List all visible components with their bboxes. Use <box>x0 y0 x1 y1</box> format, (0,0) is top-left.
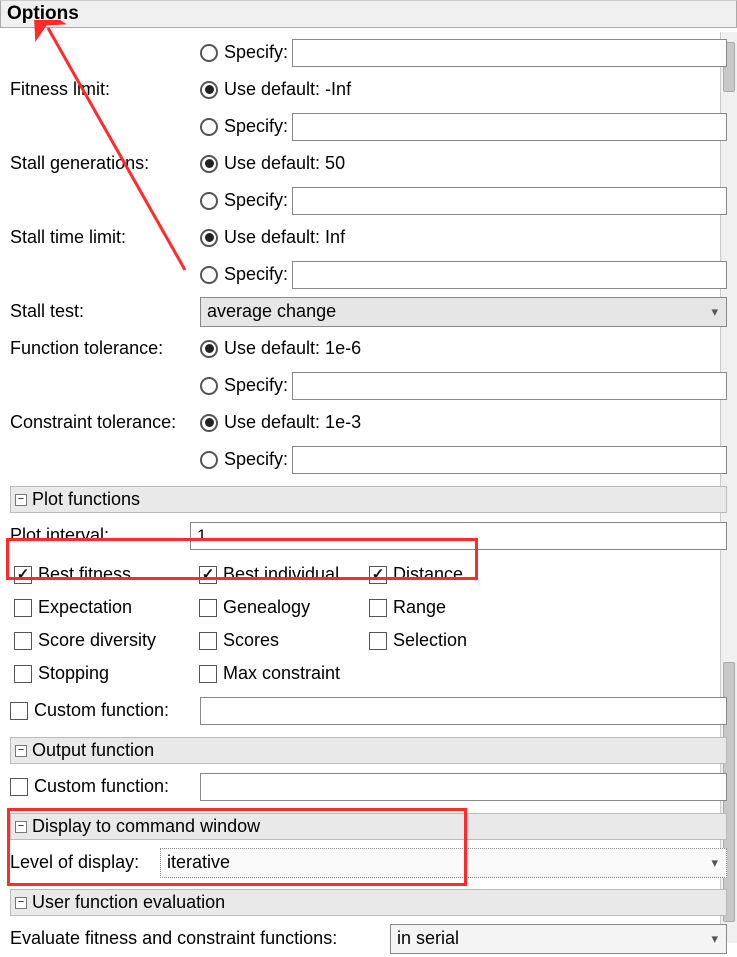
label-best-fitness: Best fitness <box>38 564 131 585</box>
input-stallgen-specify[interactable] <box>292 187 727 215</box>
input-plot-custom[interactable] <box>200 697 727 725</box>
section-userfn-title: User function evaluation <box>32 892 225 913</box>
collapse-icon: − <box>15 897 27 909</box>
input-specify-top[interactable] <box>292 39 727 67</box>
label-score-diversity: Score diversity <box>38 630 156 651</box>
radio-contol-specify[interactable] <box>200 451 218 469</box>
label-specify: Specify: <box>224 449 288 470</box>
chevron-down-icon: ▾ <box>711 931 718 947</box>
label-eval-functions: Evaluate fitness and constraint function… <box>10 928 390 949</box>
label-fitness-limit: Fitness limit: <box>10 79 200 100</box>
section-plot-title: Plot functions <box>32 489 140 510</box>
radio-stalltime-default[interactable] <box>200 229 218 247</box>
input-plot-interval[interactable] <box>190 522 727 550</box>
collapse-icon: − <box>15 745 27 757</box>
radio-stallgen-specify[interactable] <box>200 192 218 210</box>
section-plot-functions[interactable]: − Plot functions <box>10 486 727 513</box>
check-distance[interactable] <box>369 566 387 584</box>
collapse-icon: − <box>15 821 27 833</box>
check-best-individual[interactable] <box>199 566 217 584</box>
collapse-icon: − <box>15 494 27 506</box>
label-specify: Specify: <box>224 375 288 396</box>
radio-specify-top[interactable] <box>200 44 218 62</box>
radio-stalltime-specify[interactable] <box>200 266 218 284</box>
radio-contol-default[interactable] <box>200 414 218 432</box>
check-max-constraint[interactable] <box>199 665 217 683</box>
select-stall-test[interactable]: average change ▾ <box>200 297 727 327</box>
label-specify: Specify: <box>224 190 288 211</box>
label-scores: Scores <box>223 630 279 651</box>
label-level-display: Level of display: <box>10 852 160 873</box>
section-display-title: Display to command window <box>32 816 260 837</box>
chevron-down-icon: ▾ <box>711 855 718 871</box>
section-output-title: Output function <box>32 740 154 761</box>
radio-fitness-default[interactable] <box>200 81 218 99</box>
label-specify: Specify: <box>224 116 288 137</box>
label-stall-gen: Stall generations: <box>10 153 200 174</box>
label-plot-interval: Plot interval: <box>10 525 190 546</box>
label-distance: Distance <box>393 564 463 585</box>
label-plot-custom: Custom function: <box>34 700 169 721</box>
input-output-custom[interactable] <box>200 773 727 801</box>
check-stopping[interactable] <box>14 665 32 683</box>
select-level-value: iterative <box>167 852 230 873</box>
check-expectation[interactable] <box>14 599 32 617</box>
check-range[interactable] <box>369 599 387 617</box>
label-genealogy: Genealogy <box>223 597 310 618</box>
text-contol-default: Use default: 1e-3 <box>224 412 361 433</box>
input-stalltime-specify[interactable] <box>292 261 727 289</box>
select-stall-test-value: average change <box>207 301 336 322</box>
label-stall-test: Stall test: <box>10 301 200 322</box>
text-stalltime-default: Use default: Inf <box>224 227 345 248</box>
label-output-custom: Custom function: <box>34 776 169 797</box>
label-specify: Specify: <box>224 42 288 63</box>
label-range: Range <box>393 597 446 618</box>
section-output-function[interactable]: − Output function <box>10 737 727 764</box>
section-userfn[interactable]: − User function evaluation <box>10 889 727 916</box>
radio-functol-default[interactable] <box>200 340 218 358</box>
check-selection[interactable] <box>369 632 387 650</box>
input-contol-specify[interactable] <box>292 446 727 474</box>
section-display[interactable]: − Display to command window <box>10 813 727 840</box>
input-functol-specify[interactable] <box>292 372 727 400</box>
label-best-individual: Best individual <box>223 564 339 585</box>
text-stallgen-default: Use default: 50 <box>224 153 345 174</box>
check-scores[interactable] <box>199 632 217 650</box>
radio-fitness-specify[interactable] <box>200 118 218 136</box>
radio-stallgen-default[interactable] <box>200 155 218 173</box>
check-output-custom[interactable] <box>10 778 28 796</box>
text-fitness-default: Use default: -Inf <box>224 79 351 100</box>
panel-title: Options <box>0 0 737 28</box>
label-stall-time: Stall time limit: <box>10 227 200 248</box>
chevron-down-icon: ▾ <box>711 304 718 320</box>
text-functol-default: Use default: 1e-6 <box>224 338 361 359</box>
check-score-diversity[interactable] <box>14 632 32 650</box>
select-eval-value: in serial <box>397 928 459 949</box>
radio-functol-specify[interactable] <box>200 377 218 395</box>
check-plot-custom[interactable] <box>10 702 28 720</box>
label-con-tol: Constraint tolerance: <box>10 412 200 433</box>
label-func-tol: Function tolerance: <box>10 338 200 359</box>
check-genealogy[interactable] <box>199 599 217 617</box>
label-stopping: Stopping <box>38 663 109 684</box>
select-eval-functions[interactable]: in serial ▾ <box>390 924 727 954</box>
label-selection: Selection <box>393 630 467 651</box>
select-level-display[interactable]: iterative ▾ <box>160 848 727 878</box>
label-specify: Specify: <box>224 264 288 285</box>
label-expectation: Expectation <box>38 597 132 618</box>
input-fitness-specify[interactable] <box>292 113 727 141</box>
check-best-fitness[interactable] <box>14 566 32 584</box>
label-max-constraint: Max constraint <box>223 663 340 684</box>
